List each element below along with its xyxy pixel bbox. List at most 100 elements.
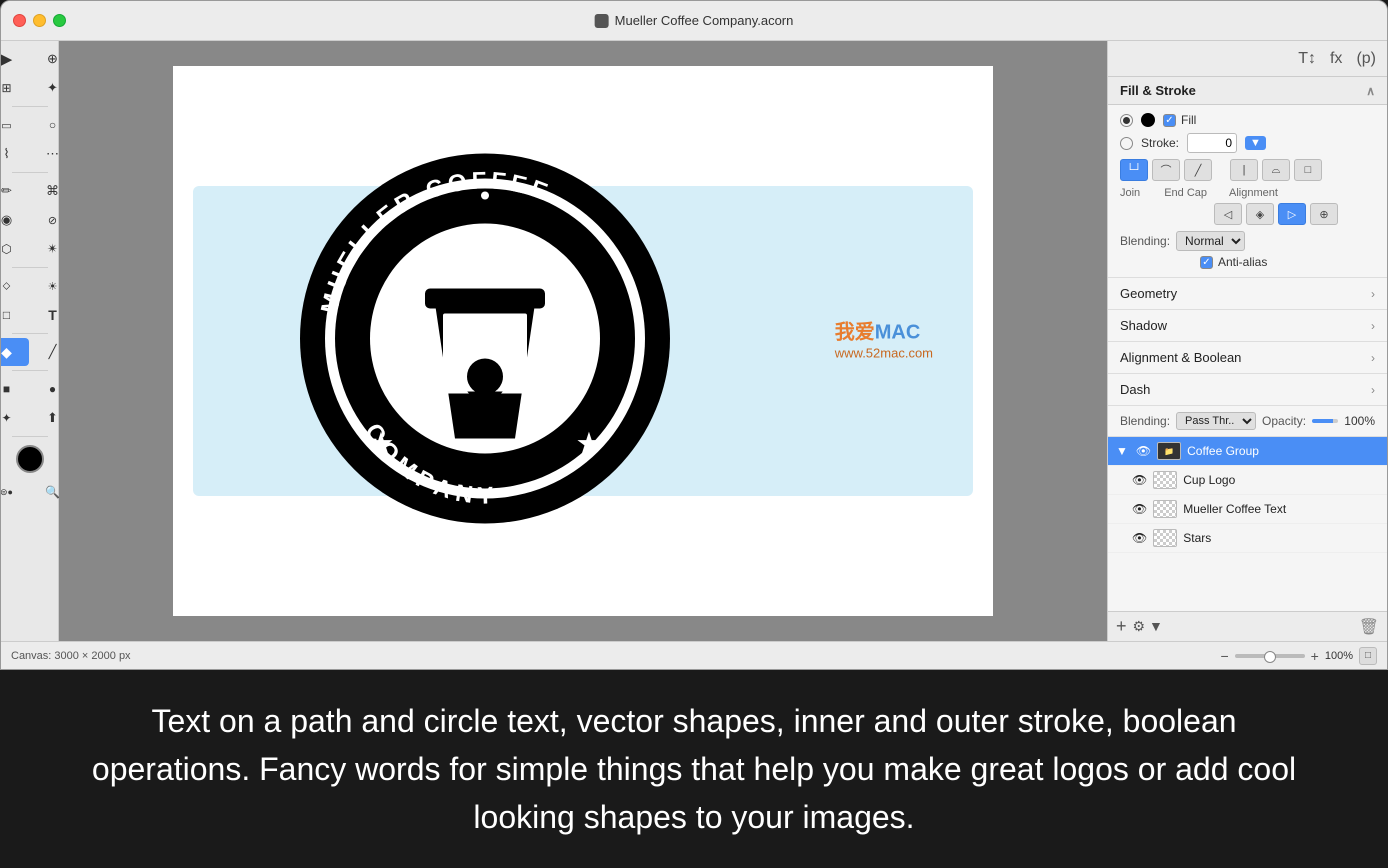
shadow-section: Shadow › [1108,310,1387,342]
rect-select[interactable]: ▭ [1,111,29,139]
align-center-btn[interactable]: ◈ [1246,203,1274,225]
antialias-label: Anti-alias [1218,255,1267,269]
alignment-boolean-section: Alignment & Boolean › [1108,342,1387,374]
maximize-button[interactable] [53,14,66,27]
fill-radio[interactable] [1120,114,1133,127]
align-outside-btn[interactable]: ▷ [1278,203,1306,225]
opacity-value: 100% [1344,414,1375,428]
shadow-header[interactable]: Shadow › [1108,310,1387,341]
dash-section: Dash › [1108,374,1387,406]
stroke-row: Stroke: ▼ [1120,133,1375,153]
svg-text:★: ★ [575,428,602,461]
fill-color-preview[interactable] [1141,113,1155,127]
zoom-in-icon[interactable]: + [1311,648,1319,664]
thumb-mueller-text [1153,500,1177,518]
toolbox: ▶ ⊕ ⊞ ✦ ▭ ○ ⌇ ⋯ ✏ ⌘ [1,41,59,641]
layer-name-cup-logo: Cup Logo [1183,473,1379,487]
paragraph-icon[interactable]: (p) [1353,47,1379,71]
layers-list: ▼ 👁 📁 Coffee Group 👁 Cup Logo 👁 [1108,437,1387,553]
layers-blending-select[interactable]: Pass Thr... [1176,412,1256,430]
foreground-color[interactable] [16,445,44,473]
antialias-row: Anti-alias [1120,255,1375,269]
antialias-checkbox[interactable] [1200,256,1213,269]
caption-text: Text on a path and circle text, vector s… [80,697,1308,841]
visibility-mueller-text[interactable]: 👁 [1132,502,1147,516]
blending-label: Blending: [1120,234,1170,248]
coffee-logo: ★ ★ MUELLER COFFEE COMPANY [295,149,675,534]
transform-tool[interactable]: ⊞ [1,74,29,102]
layer-controls-bar: + ⚙ ▼ 🗑 [1108,611,1387,641]
endcap-square-btn[interactable]: □ [1294,159,1322,181]
selection-tool[interactable]: ▶ [1,45,29,73]
fill-checkbox[interactable] [1163,114,1176,127]
stroke-value-input[interactable] [1187,133,1237,153]
align-extra-btn[interactable]: ⊕ [1310,203,1338,225]
geometry-section: Geometry › [1108,278,1387,310]
layer-settings-btn[interactable]: ⚙ ▼ [1133,618,1163,635]
canvas-area[interactable]: ★ ★ MUELLER COFFEE COMPANY [59,41,1107,641]
join-round-btn[interactable]: ⌒ [1152,159,1180,181]
zoom-minus[interactable]: ⊜● [1,478,29,506]
blending-row: Blending: Normal [1120,231,1375,251]
endcap-round-btn[interactable]: ⌓ [1262,159,1290,181]
right-panel: T↕ fx (p) Fill & Stroke ∧ [1107,41,1387,641]
add-layer-btn[interactable]: + [1116,616,1127,637]
layer-item-stars[interactable]: 👁 Stars [1108,524,1387,553]
rect-vector[interactable]: ■ [1,375,29,403]
layer-name-coffee-group: Coffee Group [1187,444,1379,458]
geometry-header[interactable]: Geometry › [1108,278,1387,309]
title-bar: Mueller Coffee Company.acorn [1,1,1387,41]
stroke-dropdown-btn[interactable]: ▼ [1245,136,1266,150]
canvas-content: ★ ★ MUELLER COFFEE COMPANY [173,66,993,616]
zoom-controls: − + 100% □ [1220,647,1377,665]
window-controls[interactable] [13,14,66,27]
zoom-slider[interactable] [1235,654,1305,658]
paint-bucket[interactable]: ◉ [1,206,29,234]
layer-name-stars: Stars [1183,531,1379,545]
stroke-radio[interactable] [1120,137,1133,150]
bottom-bar: Canvas: 3000 × 2000 px − + 100% □ [1,641,1387,669]
canvas-info: Canvas: 3000 × 2000 px [11,650,131,662]
close-button[interactable] [13,14,26,27]
fill-row: Fill [1120,113,1375,127]
text-panel-icon[interactable]: T↕ [1295,47,1319,71]
visibility-coffee-group[interactable]: 👁 [1136,444,1151,458]
join-miter-btn[interactable]: └┘ [1120,159,1148,181]
align-inside-btn[interactable]: ◁ [1214,203,1242,225]
pencil-tool[interactable]: ✏ [1,177,29,205]
zoom-out-icon[interactable]: − [1220,648,1228,664]
delete-layer-btn[interactable]: 🗑 [1359,617,1379,637]
visibility-stars[interactable]: 👁 [1132,531,1147,545]
panel-top-icons: T↕ fx (p) [1108,41,1387,77]
layer-item-cup-logo[interactable]: 👁 Cup Logo [1108,466,1387,495]
layer-item-coffee-group[interactable]: ▼ 👁 📁 Coffee Group [1108,437,1387,466]
vector-pen-tool[interactable]: ◆ [1,338,29,366]
minimize-button[interactable] [33,14,46,27]
thumb-stars [1153,529,1177,547]
eraser-tool[interactable]: ⬦ [1,272,29,300]
alignment-boolean-header[interactable]: Alignment & Boolean › [1108,342,1387,373]
fill-stroke-header[interactable]: Fill & Stroke ∧ [1108,77,1387,105]
clone-tool[interactable]: ⬡ [1,235,29,263]
zoom-percentage: 100% [1325,650,1353,662]
star-shape[interactable]: ✦ [1,404,29,432]
visibility-cup-logo[interactable]: 👁 [1132,473,1147,487]
blending-select[interactable]: Normal [1176,231,1245,251]
layer-item-mueller-text[interactable]: 👁 Mueller Coffee Text [1108,495,1387,524]
thumb-cup-logo [1153,471,1177,489]
join-bevel-btn[interactable]: ╱ [1184,159,1212,181]
zoom-fullscreen-btn[interactable]: □ [1359,647,1377,665]
dash-header[interactable]: Dash › [1108,374,1387,405]
opacity-slider[interactable] [1312,419,1338,423]
window-title: Mueller Coffee Company.acorn [595,13,794,28]
end-cap-label: End Cap [1164,187,1207,199]
fx-icon[interactable]: fx [1327,47,1345,71]
rect-shape[interactable]: □ [1,301,29,329]
endcap-none-btn[interactable]: | [1230,159,1258,181]
shadow-chevron: › [1371,319,1375,333]
file-icon [595,14,609,28]
alignment-boolean-label: Alignment & Boolean [1120,350,1241,365]
lasso-tool[interactable]: ⌇ [1,140,29,168]
layers-blending-label: Blending: [1120,414,1170,428]
thumb-coffee-group: 📁 [1157,442,1181,460]
